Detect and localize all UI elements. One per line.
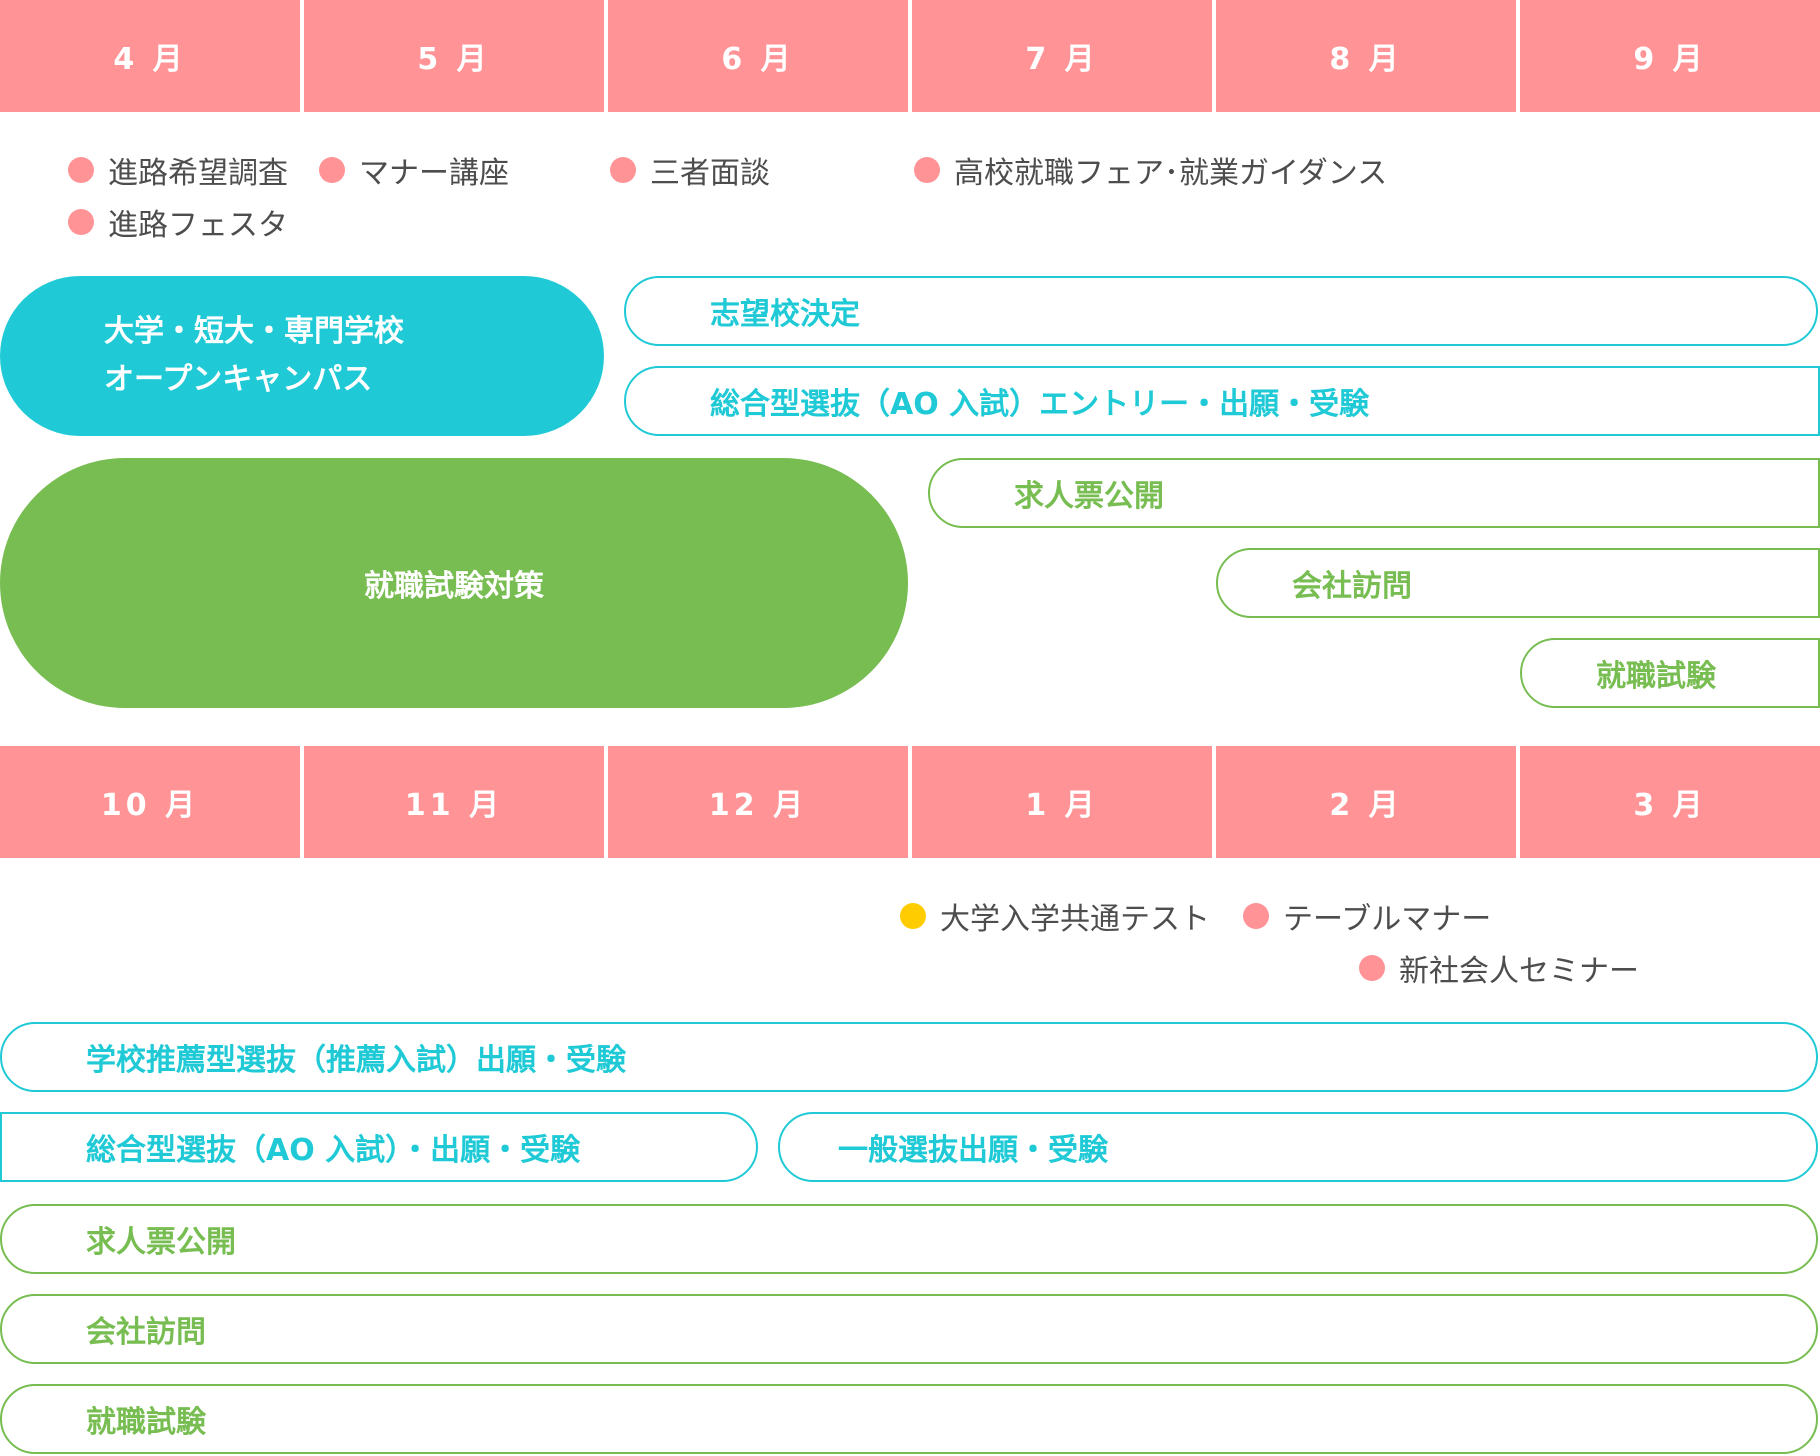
event-shinro-festa: 進路フェスタ <box>68 200 288 244</box>
bar-label: 志望校決定 <box>710 297 860 332</box>
month-header-top: 4 月 5 月 6 月 7 月 8 月 9 月 <box>0 0 1820 112</box>
bar-suisen: 学校推薦型選抜（推薦入試）出願・受験 <box>0 1022 1818 1092</box>
bar-label: 総合型選抜（AO 入試）・出願・受験 <box>86 1133 581 1168</box>
month-dec: 12 月 <box>608 746 908 858</box>
month-aug: 8 月 <box>1216 0 1516 112</box>
bar-shushoku-shiken: 就職試験 <box>1520 638 1820 708</box>
bar-label: 求人票公開 <box>86 1225 236 1260</box>
month-header-bottom: 10 月 11 月 12 月 1 月 2 月 3 月 <box>0 746 1820 858</box>
month-nov: 11 月 <box>304 746 604 858</box>
pink-dot-icon <box>319 157 345 183</box>
yellow-dot-icon <box>900 903 926 929</box>
bar-shibou-kettei: 志望校決定 <box>624 276 1818 346</box>
event-label: 三者面談 <box>650 156 770 191</box>
pink-dot-icon <box>610 157 636 183</box>
month-apr: 4 月 <box>0 0 300 112</box>
bar-label: 求人票公開 <box>1014 479 1164 514</box>
month-mar: 3 月 <box>1520 746 1820 858</box>
bar-kaisha-houmon-2: 会社訪問 <box>0 1294 1818 1364</box>
month-sep: 9 月 <box>1520 0 1820 112</box>
event-label: 進路希望調査 <box>108 156 288 191</box>
event-label: 進路フェスタ <box>108 208 288 243</box>
bar-label: 総合型選抜（AO 入試）エントリー・出願・受験 <box>710 387 1370 422</box>
bar-ao-entry: 総合型選抜（AO 入試）エントリー・出願・受験 <box>624 366 1820 436</box>
month-may: 5 月 <box>304 0 604 112</box>
event-label: 大学入学共通テスト <box>940 902 1210 937</box>
bar-label: 就職試験 <box>1596 659 1716 694</box>
event-kyoutsu-test: 大学入学共通テスト <box>900 894 1210 938</box>
bar-open-campus-line2: オープンキャンパス <box>104 362 373 397</box>
bar-label: 学校推薦型選抜（推薦入試）出願・受験 <box>86 1043 626 1078</box>
bar-shushoku-shiken-2: 就職試験 <box>0 1384 1818 1454</box>
event-sansha-mendan: 三者面談 <box>610 148 770 192</box>
pink-dot-icon <box>1243 903 1269 929</box>
bar-kyujin-koukai-2: 求人票公開 <box>0 1204 1818 1274</box>
event-shinro-chousa: 進路希望調査 <box>68 148 288 192</box>
bar-open-campus-line1: 大学・短大・専門学校 <box>104 314 404 349</box>
bar-kyujin-koukai: 求人票公開 <box>928 458 1820 528</box>
month-jul: 7 月 <box>912 0 1212 112</box>
bar-ippan-senbatsu: 一般選抜出願・受験 <box>778 1112 1818 1182</box>
pink-dot-icon <box>68 209 94 235</box>
pink-dot-icon <box>914 157 940 183</box>
event-manner-kouza: マナー講座 <box>319 148 509 192</box>
month-oct: 10 月 <box>0 746 300 858</box>
pink-dot-icon <box>1359 955 1385 981</box>
month-jun: 6 月 <box>608 0 908 112</box>
bar-label: 就職試験 <box>86 1405 206 1440</box>
bar-label: 一般選抜出願・受験 <box>838 1133 1108 1168</box>
bar-label: 会社訪問 <box>86 1315 206 1350</box>
bar-open-campus: 大学・短大・専門学校 オープンキャンパス <box>0 276 604 436</box>
month-jan: 1 月 <box>912 746 1212 858</box>
event-label: 新社会人セミナー <box>1399 954 1639 989</box>
bar-label: 就職試験対策 <box>364 569 544 604</box>
pink-dot-icon <box>68 157 94 183</box>
event-label: マナー講座 <box>359 156 509 191</box>
event-label: 高校就職フェア･就業ガイダンス <box>954 156 1388 191</box>
event-table-manner: テーブルマナー <box>1243 894 1491 938</box>
event-label: テーブルマナー <box>1283 902 1492 937</box>
bar-label: 会社訪問 <box>1292 569 1412 604</box>
month-feb: 2 月 <box>1216 746 1516 858</box>
event-shinshakaijin-seminar: 新社会人セミナー <box>1359 946 1639 990</box>
bar-job-exam-prep: 就職試験対策 <box>0 458 908 708</box>
bar-ao-shutsugan: 総合型選抜（AO 入試）・出願・受験 <box>0 1112 758 1182</box>
bar-kaisha-houmon: 会社訪問 <box>1216 548 1820 618</box>
event-job-fair: 高校就職フェア･就業ガイダンス <box>914 148 1387 192</box>
